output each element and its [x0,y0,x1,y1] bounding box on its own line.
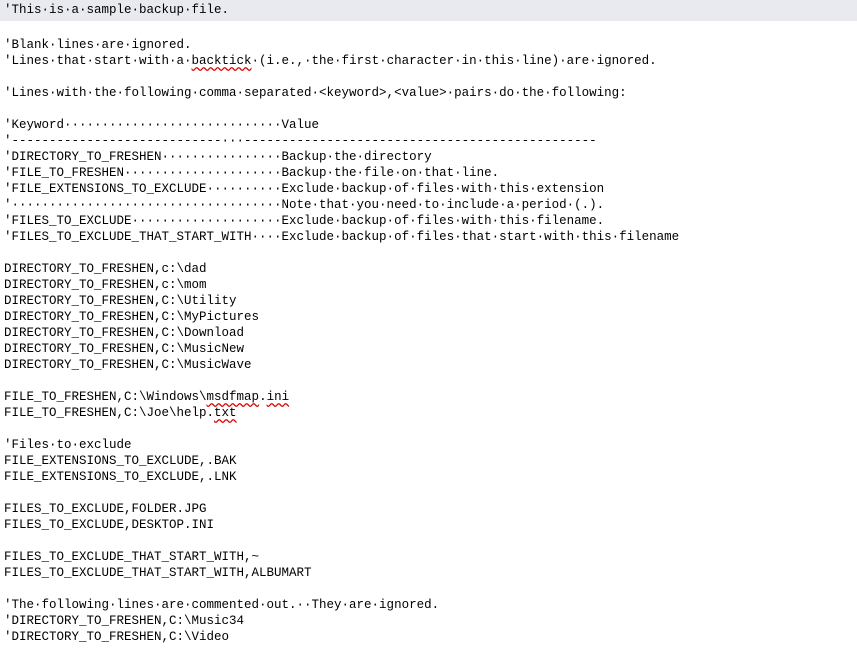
text-line: FILES_TO_EXCLUDE_THAT_START_WITH,~ [4,549,853,565]
text-line: FILES_TO_EXCLUDE,DESKTOP.INI [4,517,853,533]
text-line: 'DIRECTORY_TO_FRESHEN,C:\Video [4,629,853,645]
document-body: 'Blank·lines·are·ignored.'Lines·that·sta… [0,21,857,667]
text-segment: 'Lines·that·start·with·a· [4,54,192,68]
text-line: 'Files·to·exclude [4,437,853,453]
header-text: 'This·is·a·sample·backup·file. [4,3,229,17]
blank-line [4,421,853,437]
text-line: FILE_TO_FRESHEN,C:\Windows\msdfmap.ini [4,389,853,405]
blank-line [4,645,853,661]
text-line: FILE_TO_FRESHEN,C:\Joe\help.txt [4,405,853,421]
blank-line [4,533,853,549]
text-line: 'Keyword·····························Val… [4,117,853,133]
text-line: 'The·following·lines·are·commented·out.·… [4,597,853,613]
text-line: DIRECTORY_TO_FRESHEN,C:\Download [4,325,853,341]
text-line: DIRECTORY_TO_FRESHEN,C:\MyPictures [4,309,853,325]
blank-line [4,485,853,501]
blank-line [4,101,853,117]
text-line: 'DIRECTORY_TO_FRESHEN················Bac… [4,149,853,165]
text-segment: . [259,390,267,404]
text-line: 'FILE_TO_FRESHEN·····················Bac… [4,165,853,181]
text-line: DIRECTORY_TO_FRESHEN,C:\MusicWave [4,357,853,373]
spelling-flagged: msdfmap [207,390,260,404]
text-line: FILE_EXTENSIONS_TO_EXCLUDE,.BAK [4,453,853,469]
text-line: 'Lines·with·the·following·comma·separate… [4,85,853,101]
text-line: DIRECTORY_TO_FRESHEN,c:\dad [4,261,853,277]
blank-line [4,245,853,261]
text-line: 'Blank·lines·are·ignored. [4,37,853,53]
text-line: 'FILES_TO_EXCLUDE····················Exc… [4,213,853,229]
text-line: '····································Not… [4,197,853,213]
blank-line [4,69,853,85]
text-line: '----------------------------···--------… [4,133,853,149]
text-line: FILES_TO_EXCLUDE_THAT_START_WITH,ALBUMAR… [4,565,853,581]
text-line: 'Lines·that·start·with·a·backtick·(i.e.,… [4,53,853,69]
blank-line [4,373,853,389]
text-line: FILES_TO_EXCLUDE,FOLDER.JPG [4,501,853,517]
text-line: DIRECTORY_TO_FRESHEN,C:\Utility [4,293,853,309]
text-segment: ·(i.e.,·the·first·character·in·this·line… [252,54,657,68]
header-bar: 'This·is·a·sample·backup·file. [0,0,857,21]
text-line: FILE_EXTENSIONS_TO_EXCLUDE,.LNK [4,469,853,485]
blank-line [4,21,853,37]
text-line: 'DIRECTORY_TO_FRESHEN,C:\Music34 [4,613,853,629]
text-line: 'FILES_TO_EXCLUDE_THAT_START_WITH····Exc… [4,229,853,245]
spelling-flagged: txt [214,406,237,420]
text-line: DIRECTORY_TO_FRESHEN,C:\MusicNew [4,341,853,357]
text-segment: FILE_TO_FRESHEN,C:\Windows\ [4,390,207,404]
spelling-flagged: ini [267,390,290,404]
text-segment: FILE_TO_FRESHEN,C:\Joe\help. [4,406,214,420]
text-line: 'FILE_EXTENSIONS_TO_EXCLUDE··········Exc… [4,181,853,197]
text-line: DIRECTORY_TO_FRESHEN,c:\mom [4,277,853,293]
spelling-flagged: backtick [192,54,252,68]
blank-line [4,581,853,597]
